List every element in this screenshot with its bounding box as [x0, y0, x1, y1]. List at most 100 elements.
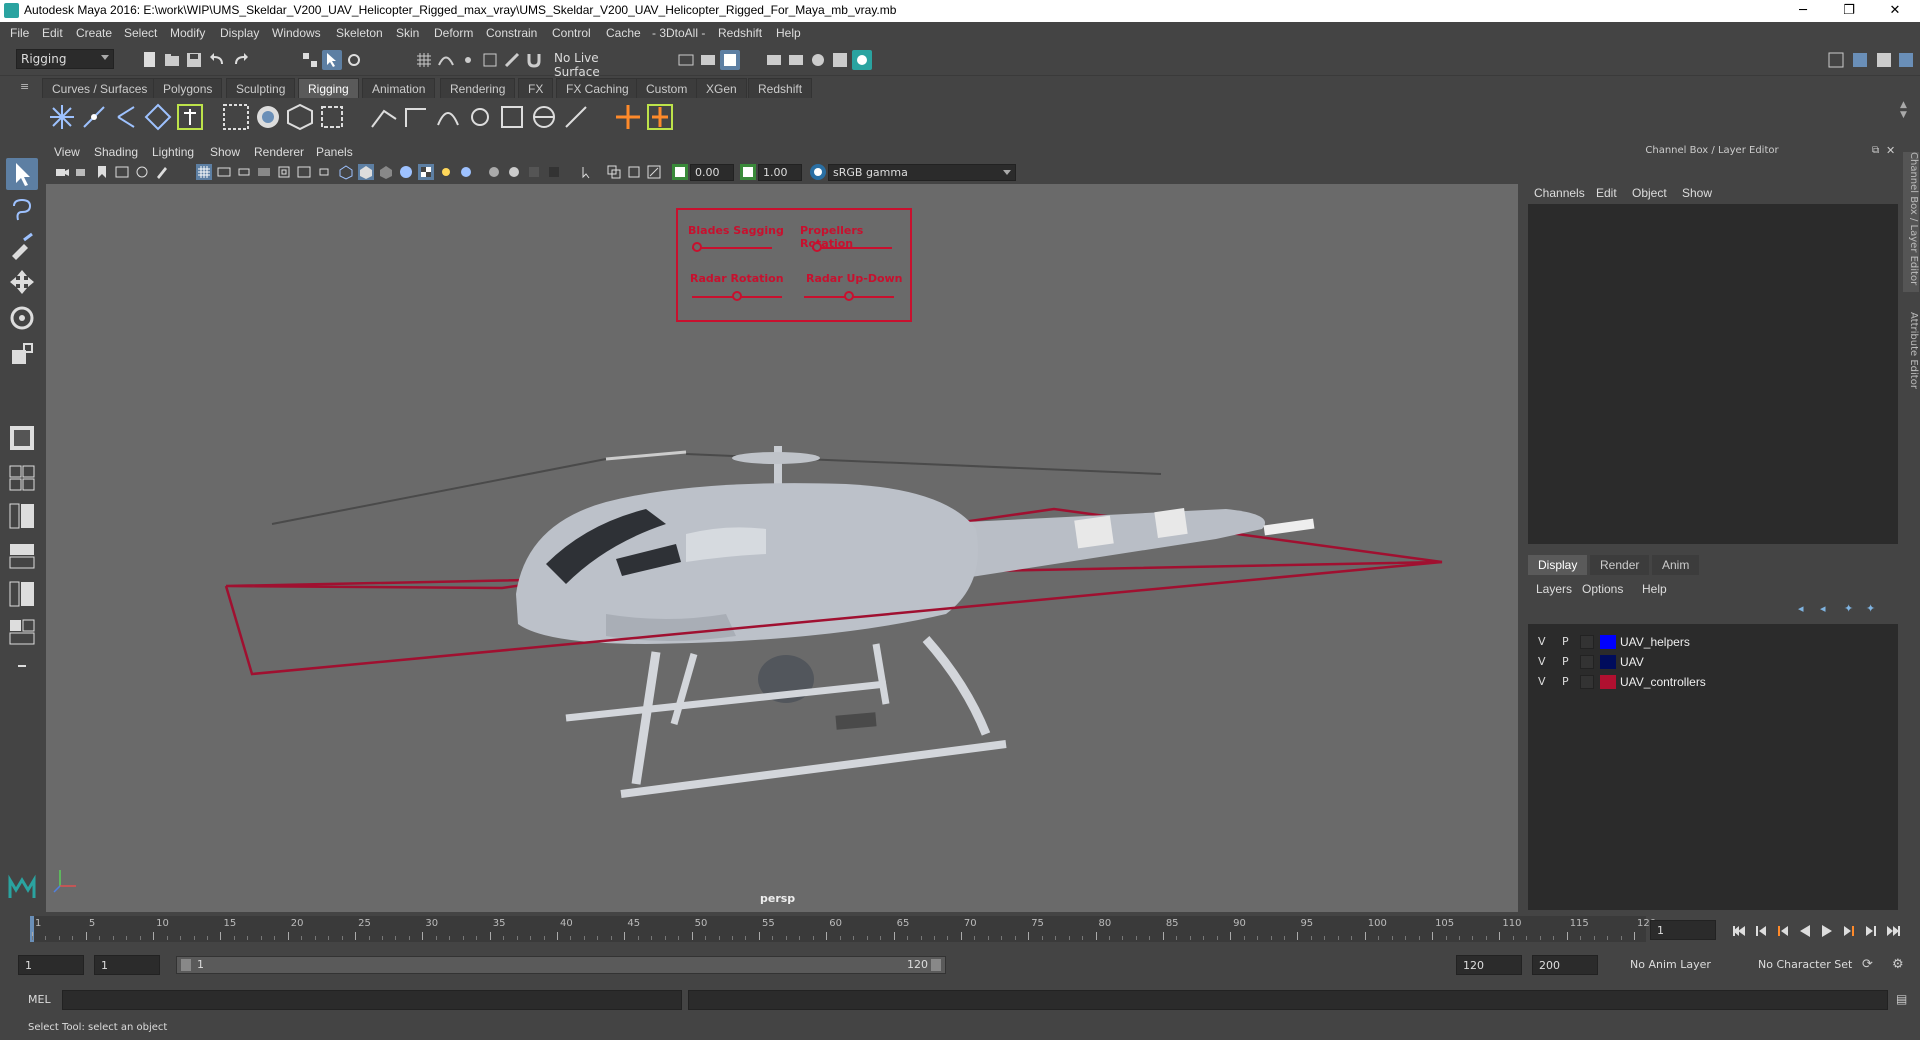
anti-aliasing-icon[interactable]: [526, 164, 542, 180]
layer-name[interactable]: UAV_helpers: [1620, 635, 1690, 649]
play-forwards-icon[interactable]: [1818, 922, 1836, 940]
ik-handle-icon[interactable]: [368, 101, 400, 133]
menu-set-dropdown[interactable]: Rigging: [16, 49, 114, 69]
cb-menu-show[interactable]: Show: [1682, 186, 1712, 200]
color-management-icon[interactable]: [810, 164, 826, 180]
menu-deform[interactable]: Deform: [434, 26, 473, 40]
tab-channel-box-vertical[interactable]: Channel Box / Layer Editor: [1903, 152, 1919, 292]
screen-space-ao-icon[interactable]: [486, 164, 502, 180]
workspace-layout-icon[interactable]: [1826, 50, 1846, 70]
move-layer-down-icon[interactable]: ◂: [1820, 602, 1826, 615]
close-panel-icon[interactable]: ✕: [1886, 144, 1895, 157]
live-surface-field[interactable]: No Live Surface: [550, 49, 650, 79]
xray-icon[interactable]: [606, 164, 622, 180]
radar-up-down-handle[interactable]: [844, 291, 854, 301]
cb-menu-channels[interactable]: Channels: [1534, 186, 1585, 200]
tab-animation[interactable]: Animation: [362, 78, 436, 98]
layer-name[interactable]: UAV: [1620, 655, 1644, 669]
minimize-button[interactable]: ─: [1780, 0, 1826, 22]
lasso-tool-icon[interactable]: [6, 194, 38, 226]
layer-display-type-toggle[interactable]: [1580, 635, 1594, 649]
textured-icon[interactable]: [418, 164, 434, 180]
snap-to-point-icon[interactable]: [458, 50, 478, 70]
layer-visibility-toggle[interactable]: V: [1538, 675, 1546, 688]
redshift-render-icon[interactable]: [852, 50, 872, 70]
view-transform-dropdown[interactable]: sRGB gamma: [828, 164, 1016, 181]
layer-name[interactable]: UAV_controllers: [1620, 675, 1706, 689]
paint-skin-weights-icon[interactable]: [252, 101, 284, 133]
camera-select-icon[interactable]: [54, 164, 70, 180]
range-end-handle[interactable]: [931, 959, 941, 971]
film-gate-icon[interactable]: [216, 164, 232, 180]
script-editor-icon[interactable]: ▤: [1896, 992, 1907, 1006]
wireframe-icon[interactable]: [338, 164, 354, 180]
tool-settings-toggle-icon[interactable]: [1874, 50, 1894, 70]
image-plane-icon[interactable]: [114, 164, 130, 180]
step-forward-key-icon[interactable]: [1862, 922, 1880, 940]
auto-key-icon[interactable]: ⟳: [1862, 957, 1873, 972]
persp-outliner-layout-icon[interactable]: [6, 500, 38, 532]
grease-pencil-icon[interactable]: [154, 164, 170, 180]
scale-constraint-icon[interactable]: [496, 101, 528, 133]
tab-xgen[interactable]: XGen: [696, 78, 747, 98]
render-settings-icon[interactable]: [786, 50, 806, 70]
bookmark-icon[interactable]: [94, 164, 110, 180]
panel-menu-lighting[interactable]: Lighting: [152, 145, 194, 159]
safe-title-icon[interactable]: [316, 164, 332, 180]
ipr-render-icon[interactable]: [764, 50, 784, 70]
layer-color-swatch[interactable]: [1600, 655, 1616, 669]
layer-color-swatch[interactable]: [1600, 635, 1616, 649]
gate-mask-icon[interactable]: [256, 164, 272, 180]
panel-menu-show[interactable]: Show: [210, 145, 240, 159]
orient-joint-icon[interactable]: [142, 101, 174, 133]
pole-vector-icon[interactable]: [560, 101, 592, 133]
tab-display-layers[interactable]: Display: [1528, 555, 1588, 575]
go-to-end-icon[interactable]: [1884, 922, 1902, 940]
default-material-icon[interactable]: [378, 164, 394, 180]
move-tool-icon[interactable]: [6, 266, 38, 298]
radar-rotation-handle[interactable]: [732, 291, 742, 301]
select-by-hierarchy-icon[interactable]: [300, 50, 320, 70]
mirror-joint-icon[interactable]: [110, 101, 142, 133]
panel-menu-shading[interactable]: Shading: [94, 145, 138, 159]
layer-visibility-toggle[interactable]: V: [1538, 655, 1546, 668]
menu-skin[interactable]: Skin: [396, 26, 419, 40]
xray-joints-icon[interactable]: [646, 164, 662, 180]
shadows-icon[interactable]: [458, 164, 474, 180]
step-forward-frame-icon[interactable]: [1840, 922, 1858, 940]
float-panel-icon[interactable]: ⧉: [1872, 145, 1879, 156]
menu-select[interactable]: Select: [124, 26, 157, 40]
blades-sagging-handle[interactable]: [692, 242, 702, 252]
panel-menu-panels[interactable]: Panels: [316, 145, 353, 159]
menu-windows[interactable]: Windows: [272, 26, 321, 40]
menu-3dtoall[interactable]: - 3DtoAll -: [652, 26, 705, 40]
tab-polygons[interactable]: Polygons: [153, 78, 223, 98]
2d-pan-zoom-icon[interactable]: [134, 164, 150, 180]
point-constraint-icon[interactable]: [432, 101, 464, 133]
layer-color-swatch[interactable]: [1600, 675, 1616, 689]
make-live-icon[interactable]: [502, 50, 522, 70]
step-back-key-icon[interactable]: [1752, 922, 1770, 940]
ik-spline-icon[interactable]: [400, 101, 432, 133]
shelf-menu-icon[interactable]: ≡: [20, 80, 29, 93]
layer-row[interactable]: V P UAV_helpers: [1528, 632, 1898, 652]
tab-fx-caching[interactable]: FX Caching: [556, 78, 639, 98]
cb-menu-object[interactable]: Object: [1632, 186, 1667, 200]
cluster-icon[interactable]: [316, 101, 348, 133]
range-start-handle[interactable]: [181, 959, 191, 971]
tab-rigging[interactable]: Rigging: [298, 78, 359, 98]
create-joints-icon[interactable]: [46, 101, 78, 133]
render-view-icon[interactable]: [830, 50, 850, 70]
menu-file[interactable]: File: [10, 26, 29, 40]
tab-render-layers[interactable]: Render: [1590, 555, 1650, 575]
layer-display-type-toggle[interactable]: [1580, 655, 1594, 669]
anim-layer-dropdown[interactable]: No Anim Layer: [1624, 955, 1748, 975]
attribute-editor-toggle-icon[interactable]: [1850, 50, 1870, 70]
animation-preferences-icon[interactable]: ⚙: [1892, 957, 1904, 972]
menu-edit[interactable]: Edit: [42, 26, 63, 40]
layer-playback-toggle[interactable]: P: [1562, 655, 1569, 668]
tab-sculpting[interactable]: Sculpting: [226, 78, 296, 98]
layer-display-type-toggle[interactable]: [1580, 675, 1594, 689]
current-frame-field[interactable]: 1: [1650, 920, 1716, 940]
rotate-tool-icon[interactable]: [6, 302, 38, 334]
